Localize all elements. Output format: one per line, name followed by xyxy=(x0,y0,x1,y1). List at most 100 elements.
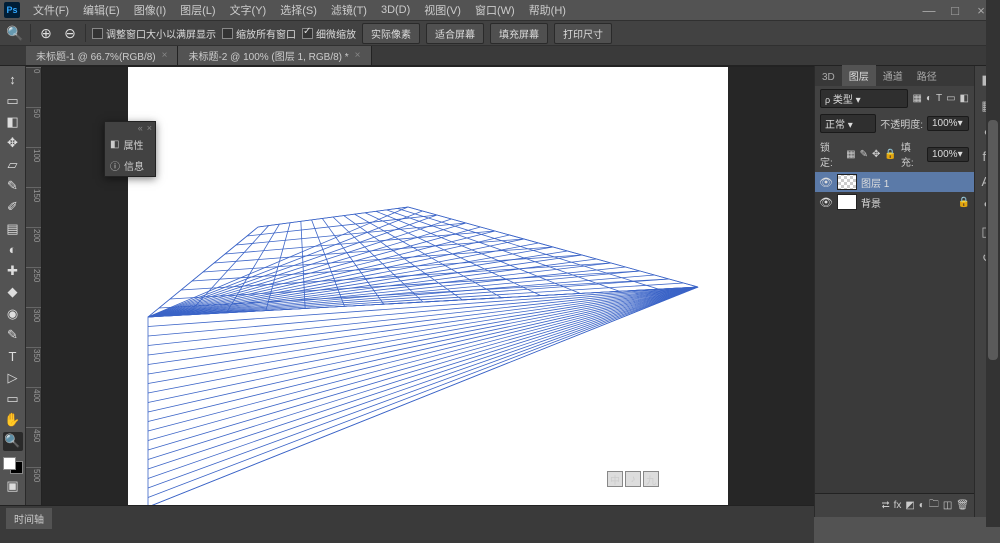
canvas-column: 0501001502002503003504004505005506006507… xyxy=(26,66,814,517)
kind-label: 类型 xyxy=(833,95,853,106)
properties-label: 属性 xyxy=(123,137,143,152)
opacity-input[interactable]: 100%▾ xyxy=(927,116,969,131)
fit-window-checkbox[interactable]: 调整窗口大小以满屏显示 xyxy=(92,26,216,41)
fill-screen-button[interactable]: 填充屏幕 xyxy=(490,23,548,44)
layer-row[interactable]: 👁 背景 🔒 xyxy=(815,192,974,212)
clone-tool[interactable]: ◐ xyxy=(3,240,23,259)
menu-3d[interactable]: 3D(D) xyxy=(374,2,417,18)
fx-icon[interactable]: fx xyxy=(894,500,902,511)
right-panels: 3D 图层 通道 路径 ρ 类型 ▾ ▦ ◐ T ▭ ◧ 正常 ▾ 不透明度: … xyxy=(814,66,974,517)
info-tab[interactable]: ⓘ信息 xyxy=(105,155,155,176)
main-area: ↕ ▭ ◧ ✥ ▱ ✎ ✐ ▤ ◐ ✚ ◆ ◉ ✎ T ▷ ▭ ✋ 🔍 ▣ ▭ … xyxy=(0,66,1000,517)
trash-icon[interactable]: 🗑 xyxy=(956,500,969,511)
tab-3d[interactable]: 3D xyxy=(815,69,842,86)
shape-tool[interactable]: ▭ xyxy=(3,389,23,408)
eyedropper-tool[interactable]: ✎ xyxy=(3,176,23,195)
options-bar: 🔍 ⊕ ⊖ 调整窗口大小以满屏显示 缩放所有窗口 细微缩放 实际像素 适合屏幕 … xyxy=(0,20,1000,46)
tab-channels[interactable]: 通道 xyxy=(876,65,910,86)
move-tool[interactable]: ↕ xyxy=(3,70,23,89)
link-icon[interactable]: ⮂ xyxy=(882,500,890,511)
visibility-icon[interactable]: 👁 xyxy=(819,176,833,189)
brush-tool[interactable]: ▤ xyxy=(3,219,23,238)
menu-edit[interactable]: 编辑(E) xyxy=(76,0,127,20)
vertical-scrollbar[interactable] xyxy=(986,0,1000,527)
healing-tool[interactable]: ✐ xyxy=(3,198,23,217)
history-brush-tool[interactable]: ✚ xyxy=(3,262,23,281)
tab-paths[interactable]: 路径 xyxy=(910,65,944,86)
adjustment-icon[interactable]: ◐ xyxy=(919,500,925,511)
crop-tool[interactable]: ▱ xyxy=(3,155,23,174)
zoom-tool[interactable]: 🔍 xyxy=(3,432,23,451)
filter-pixel-icon[interactable]: ▦ xyxy=(912,93,921,104)
filter-shape-icon[interactable]: ▭ xyxy=(946,93,955,104)
quick-select-tool[interactable]: ✥ xyxy=(3,134,23,153)
filter-type-icon[interactable]: T xyxy=(936,93,942,104)
group-icon[interactable]: 🗀 xyxy=(929,497,939,514)
timeline-tab[interactable]: 时间轴 xyxy=(6,508,52,529)
menu-help[interactable]: 帮助(H) xyxy=(522,0,573,20)
doc-tab-2[interactable]: 未标题-2 @ 100% (图层 1, RGB/8) *× xyxy=(178,46,371,65)
collapse-icon[interactable]: « xyxy=(138,123,143,133)
hud-btn-3[interactable]: 九 xyxy=(643,471,659,487)
menu-filter[interactable]: 滤镜(T) xyxy=(324,0,374,20)
lock-move-icon[interactable]: ✥ xyxy=(872,149,880,160)
layer-name[interactable]: 背景 xyxy=(861,195,881,210)
color-swatches[interactable] xyxy=(3,457,23,474)
actual-pixels-button[interactable]: 实际像素 xyxy=(362,23,420,44)
menu-image[interactable]: 图像(I) xyxy=(127,0,173,20)
zoom-in-icon[interactable]: ⊕ xyxy=(37,24,55,42)
blend-value: 正常 xyxy=(825,120,845,131)
visibility-icon[interactable]: 👁 xyxy=(819,196,833,209)
info-label: 信息 xyxy=(124,158,144,173)
fill-input[interactable]: 100%▾ xyxy=(927,147,969,162)
close-icon[interactable]: × xyxy=(162,50,168,61)
lock-all-icon[interactable]: 🔒 xyxy=(884,149,896,160)
artboard[interactable] xyxy=(128,67,728,507)
print-size-button[interactable]: 打印尺寸 xyxy=(554,23,612,44)
layer-thumb[interactable] xyxy=(837,174,857,190)
floating-panel[interactable]: « × ◧ 属性 ⓘ信息 xyxy=(104,121,156,177)
scrubby-zoom-checkbox[interactable]: 细微缩放 xyxy=(302,26,356,41)
menu-file[interactable]: 文件(F) xyxy=(26,0,76,20)
minimize-button[interactable]: — xyxy=(920,3,938,18)
layer-thumb[interactable] xyxy=(837,194,857,210)
path-tool[interactable]: ▷ xyxy=(3,368,23,387)
maximize-button[interactable]: □ xyxy=(946,3,964,18)
layer-name[interactable]: 图层 1 xyxy=(861,175,889,190)
hud-btn-2[interactable]: ♪ xyxy=(625,471,641,487)
zoom-out-icon[interactable]: ⊖ xyxy=(61,24,79,42)
hud-btn-1[interactable]: 中 xyxy=(607,471,623,487)
pen-tool[interactable]: ✎ xyxy=(3,325,23,344)
lock-trans-icon[interactable]: ▦ xyxy=(846,149,855,160)
blend-mode-dropdown[interactable]: 正常 ▾ xyxy=(820,114,876,133)
properties-tab[interactable]: ◧ 属性 xyxy=(105,134,155,155)
all-windows-checkbox[interactable]: 缩放所有窗口 xyxy=(222,26,296,41)
close-icon[interactable]: × xyxy=(355,50,361,61)
eraser-tool[interactable]: ◆ xyxy=(3,283,23,302)
marquee-tool[interactable]: ▭ xyxy=(3,91,23,110)
layer-row[interactable]: 👁 图层 1 xyxy=(815,172,974,192)
kind-filter[interactable]: ρ 类型 ▾ xyxy=(820,89,908,108)
canvas-area[interactable]: « × ◧ 属性 ⓘ信息 中 ♪ 九 xyxy=(42,67,814,507)
type-tool[interactable]: T xyxy=(3,347,23,366)
lock-brush-icon[interactable]: ✎ xyxy=(860,149,868,160)
menu-window[interactable]: 窗口(W) xyxy=(468,0,522,20)
tab-layers[interactable]: 图层 xyxy=(842,65,876,86)
new-layer-icon[interactable]: ◫ xyxy=(943,500,952,511)
doc-tab-1[interactable]: 未标题-1 @ 66.7%(RGB/8)× xyxy=(26,46,178,65)
menu-layer[interactable]: 图层(L) xyxy=(173,0,222,20)
gradient-tool[interactable]: ◉ xyxy=(3,304,23,323)
lasso-tool[interactable]: ◧ xyxy=(3,113,23,132)
menu-view[interactable]: 视图(V) xyxy=(417,0,468,20)
filter-smart-icon[interactable]: ◧ xyxy=(960,93,969,104)
filter-adjust-icon[interactable]: ◐ xyxy=(926,93,932,104)
mask-mode[interactable]: ▣ xyxy=(3,476,23,495)
menu-select[interactable]: 选择(S) xyxy=(273,0,324,20)
fit-screen-button[interactable]: 适合屏幕 xyxy=(426,23,484,44)
close-icon[interactable]: × xyxy=(147,123,152,133)
hand-tool[interactable]: ✋ xyxy=(3,411,23,430)
mask-icon[interactable]: ◩ xyxy=(905,500,914,511)
properties-icon: ◧ xyxy=(110,139,119,150)
menu-type[interactable]: 文字(Y) xyxy=(223,0,274,20)
panel-tabs: 3D 图层 通道 路径 xyxy=(815,66,974,86)
